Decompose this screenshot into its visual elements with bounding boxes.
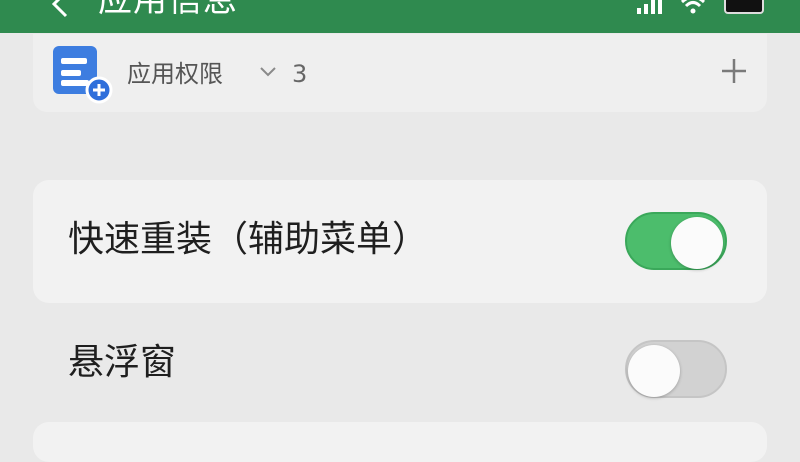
- app-permissions-card[interactable]: 应用权限 3: [33, 34, 767, 112]
- app-permissions-label: 应用权限: [127, 60, 223, 88]
- battery-icon: [724, 0, 764, 14]
- floating-window-label: 悬浮窗: [68, 342, 177, 383]
- add-permission-button[interactable]: [719, 56, 749, 86]
- back-arrow-icon[interactable]: [46, 0, 80, 20]
- wifi-icon: [680, 0, 706, 14]
- next-setting-card: [33, 422, 767, 462]
- page-title: 应用信息: [98, 0, 238, 20]
- toggle-knob: [628, 345, 680, 397]
- app-permissions-icon: [53, 46, 113, 104]
- quick-reinstall-setting: 快速重装（辅助菜单）: [33, 180, 767, 303]
- chevron-down-icon[interactable]: [258, 62, 278, 87]
- toggle-knob: [671, 217, 723, 269]
- app-header: 应用信息: [0, 0, 800, 33]
- quick-reinstall-label: 快速重装（辅助菜单）: [68, 219, 429, 260]
- permissions-count: 3: [292, 60, 308, 88]
- floating-window-toggle[interactable]: [625, 340, 727, 398]
- signal-icon: [637, 0, 662, 14]
- floating-window-setting: 悬浮窗: [33, 303, 767, 422]
- status-bar: [637, 0, 764, 14]
- quick-reinstall-toggle[interactable]: [625, 212, 727, 270]
